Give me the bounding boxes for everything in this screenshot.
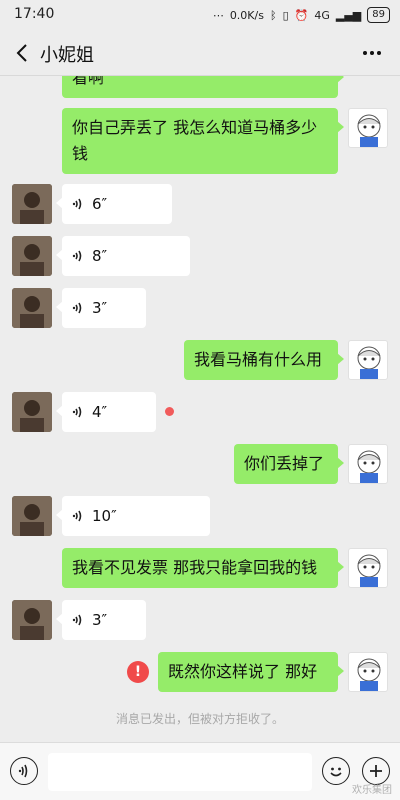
message-bubble-self[interactable]: 我看马桶有什么用 (184, 340, 344, 380)
emoji-button[interactable] (322, 757, 350, 785)
voice-message[interactable]: 3″ (56, 600, 146, 640)
avatar-self[interactable] (348, 108, 388, 148)
watermark: 欢乐集团 (352, 785, 392, 796)
photo-avatar-icon (12, 236, 52, 276)
avatar-contact[interactable] (12, 236, 52, 276)
chat-title: 小妮姐 (40, 45, 94, 66)
plus-icon (370, 765, 382, 777)
bluetooth-icon: ᛒ (269, 8, 277, 22)
avatar-contact[interactable] (12, 496, 52, 536)
message-text: 我看不见发票 那我只能拿回我的钱 (72, 558, 318, 577)
vibrate-icon: ▯ (282, 8, 289, 22)
avatar-contact[interactable] (12, 392, 52, 432)
voice-wave-icon (72, 198, 82, 210)
voice-wave-icon (18, 764, 28, 778)
cartoon-avatar-icon (357, 554, 381, 587)
voice-wave-icon (72, 614, 82, 626)
message-bubble-self[interactable]: 我看不见发票 那我只能拿回我的钱 (62, 548, 344, 588)
avatar-self[interactable] (348, 340, 388, 380)
voice-wave-icon (72, 406, 82, 418)
voice-wave-icon (72, 250, 82, 262)
unread-dot-icon (165, 407, 174, 416)
photo-avatar-icon (12, 184, 52, 224)
voice-duration: 3″ (92, 611, 108, 629)
message-bubble-self[interactable]: 看啊 (62, 76, 344, 98)
chat-header: 小妮姐 (0, 30, 400, 76)
photo-avatar-icon (12, 600, 52, 640)
voice-duration: 4″ (92, 403, 108, 421)
cartoon-avatar-icon (357, 114, 381, 147)
message-text: 既然你这样说了 那好 (168, 662, 318, 681)
alarm-icon: ⏰ (294, 8, 309, 22)
message-text: 看啊 (72, 76, 105, 87)
voice-input-button[interactable] (10, 757, 38, 785)
cartoon-avatar-icon (357, 658, 381, 691)
network-type: 4G (314, 8, 330, 22)
message-input[interactable] (48, 753, 312, 791)
message-bubble-self[interactable]: 你自己弄丢了 我怎么知道马桶多少钱 (62, 108, 344, 174)
avatar-contact[interactable] (12, 288, 52, 328)
avatar-contact[interactable] (12, 184, 52, 224)
voice-duration: 10″ (92, 507, 117, 525)
avatar-self[interactable] (348, 652, 388, 692)
voice-message[interactable]: 3″ (56, 288, 146, 328)
message-text: 我看马桶有什么用 (194, 350, 323, 369)
message-bubble-self[interactable]: 既然你这样说了 那好 (158, 652, 344, 692)
photo-avatar-icon (12, 288, 52, 328)
avatar-self[interactable] (348, 548, 388, 588)
message-text: 你自己弄丢了 我怎么知道马桶多少钱 (72, 118, 318, 163)
avatar-contact[interactable] (12, 600, 52, 640)
input-bar: 欢乐集团 (0, 742, 400, 800)
message-list: 看啊 你自己弄丢了 我怎么知道马桶多少钱 6″ 8″ 3″ 我看马桶有什么用 4… (0, 76, 400, 742)
status-bar: 17:40 ⋯ 0.0K/s ᛒ ▯ ⏰ 4G ▂▄▆ 89 (0, 0, 400, 30)
message-bubble-self[interactable]: 你们丢掉了 (234, 444, 344, 484)
status-indicators: ⋯ 0.0K/s ᛒ ▯ ⏰ 4G ▂▄▆ 89 (213, 7, 390, 23)
cartoon-avatar-icon (357, 450, 381, 483)
status-time: 17:40 (14, 6, 55, 22)
more-options-icon[interactable] (360, 42, 384, 64)
voice-message[interactable]: 8″ (56, 236, 190, 276)
voice-message[interactable]: 4″ (56, 392, 156, 432)
signal-icon: ▂▄▆ (335, 8, 362, 22)
voice-wave-icon (72, 302, 82, 314)
voice-message[interactable]: 10″ (56, 496, 210, 536)
smiley-icon (330, 767, 342, 777)
rejected-notice: 消息已发出，但被对方拒收了。 (115, 712, 284, 726)
voice-message[interactable]: 6″ (56, 184, 172, 224)
voice-wave-icon (72, 510, 82, 522)
cartoon-avatar-icon (357, 346, 381, 379)
message-text: 你们丢掉了 (244, 454, 325, 473)
avatar-self[interactable] (348, 444, 388, 484)
send-failed-icon[interactable]: ! (127, 661, 149, 683)
back-arrow-icon[interactable] (12, 42, 34, 64)
voice-duration: 3″ (92, 299, 108, 317)
photo-avatar-icon (12, 496, 52, 536)
photo-avatar-icon (12, 392, 52, 432)
voice-duration: 6″ (92, 195, 108, 213)
voice-duration: 8″ (92, 247, 108, 265)
dots-icon: ⋯ (212, 8, 224, 22)
battery-level: 89 (367, 7, 390, 23)
network-speed: 0.0K/s (229, 8, 264, 22)
